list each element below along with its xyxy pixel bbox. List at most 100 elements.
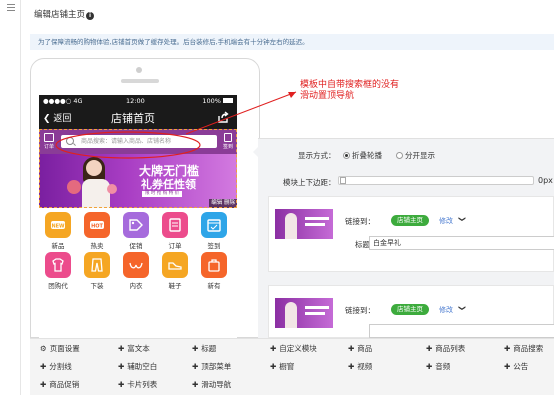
- order-shortcut[interactable]: 订单: [43, 133, 55, 150]
- margin-slider-handle[interactable]: [340, 177, 346, 184]
- add-component-button[interactable]: ✚ 自定义模块: [270, 343, 317, 354]
- link-target-tag: 店铺主页: [391, 215, 429, 226]
- shortcut-label: 团购代: [48, 282, 68, 290]
- new-icon: NEW: [45, 212, 71, 238]
- title-input[interactable]: 白金早礼: [369, 236, 554, 250]
- banner-model-image: [77, 154, 115, 208]
- add-component-button[interactable]: ✚ 橱窗: [270, 361, 294, 372]
- share-icon[interactable]: [217, 111, 229, 123]
- add-component-button[interactable]: ✚ 商品搜索: [504, 343, 543, 354]
- order-shortcut-label: 订单: [43, 144, 54, 150]
- shortcut-bra[interactable]: 内衣: [120, 252, 152, 292]
- status-time: 12:00: [126, 97, 145, 105]
- shortcut-pants[interactable]: 下装: [81, 252, 113, 292]
- radio-split-display[interactable]: 分开显示: [396, 150, 435, 161]
- plus-icon: ✚: [118, 344, 125, 353]
- component-label: 橱窗: [279, 362, 295, 371]
- add-component-button[interactable]: ✚ 商品列表: [426, 343, 465, 354]
- battery-indicator: 100%: [202, 95, 233, 107]
- back-label: 返回: [53, 114, 72, 124]
- plus-icon: ✚: [270, 362, 277, 371]
- shortcut-tag[interactable]: 促销: [120, 212, 152, 252]
- link-to-label: 链接到：: [345, 217, 375, 226]
- shortcut-shoe[interactable]: 鞋子: [159, 252, 191, 292]
- add-component-button[interactable]: ✚ 商品促销: [40, 379, 79, 390]
- margin-slider[interactable]: [338, 176, 534, 185]
- cache-notice: 为了保障流畅的购物体验,店铺首页做了缓存处理。后台装修后,手机端会有十分钟左右的…: [30, 34, 554, 50]
- add-component-button[interactable]: ✚ 音频: [426, 361, 450, 372]
- component-label: 页面设置: [49, 344, 80, 353]
- shortcut-new[interactable]: NEW 新品: [42, 212, 74, 252]
- radio-fold-carousel[interactable]: 折叠轮播: [343, 150, 382, 161]
- shortcut-shirt[interactable]: 团购代: [42, 252, 74, 292]
- banner-item-card: 链接到： 店铺主页 修改 ❯: [268, 285, 554, 338]
- component-label: 商品列表: [435, 344, 466, 353]
- plus-icon: ✚: [40, 380, 47, 389]
- shortcut-label: 促销: [129, 242, 143, 250]
- banner-thumbnail[interactable]: [275, 298, 333, 328]
- plus-icon: ✚: [426, 362, 433, 371]
- banner-module[interactable]: 大牌无门槛 礼券任性领 限 时 抢 购 特 价 编辑 删除: [39, 154, 237, 208]
- checkin-shortcut-icon: [224, 133, 232, 142]
- edit-link-button[interactable]: 修改: [439, 216, 453, 226]
- plus-icon: ✚: [348, 344, 355, 353]
- hot-icon: HOT: [84, 212, 110, 238]
- add-component-button[interactable]: ✚ 标题: [192, 343, 216, 354]
- add-component-button[interactable]: ✚ 顶部菜单: [192, 361, 231, 372]
- add-component-button[interactable]: ✚ 卡片列表: [118, 379, 157, 390]
- shortcut-calendar[interactable]: 签到: [198, 212, 230, 252]
- gear-icon: ⚙: [40, 344, 47, 353]
- checkin-shortcut[interactable]: 签到: [221, 133, 235, 150]
- chevron-down-icon[interactable]: ❯: [458, 305, 466, 311]
- add-component-button[interactable]: ✚ 公告: [504, 361, 528, 372]
- back-button[interactable]: ❮ 返回: [43, 111, 71, 124]
- search-placeholder: 商品搜索：请输入商品、店铺名称: [81, 138, 172, 145]
- display-mode-label: 显示方式：: [298, 151, 336, 160]
- battery-text: 100%: [202, 97, 221, 105]
- annotation-line1: 模板中自带搜索框的没有: [300, 80, 400, 90]
- component-label: 商品: [357, 344, 373, 353]
- component-label: 商品促销: [49, 380, 80, 389]
- plus-icon: ✚: [192, 380, 199, 389]
- plus-icon: ✚: [270, 344, 277, 353]
- title-input[interactable]: [369, 324, 554, 338]
- search-module[interactable]: 订单 商品搜索：请输入商品、店铺名称 签到: [39, 129, 237, 154]
- order-icon: [162, 212, 188, 238]
- status-bar: ●●●●○ 4G 12:00 100%: [39, 95, 237, 107]
- svg-text:HOT: HOT: [91, 224, 103, 230]
- shortcut-label: 下装: [90, 282, 104, 290]
- search-input[interactable]: 商品搜索：请输入商品、店铺名称: [61, 135, 217, 148]
- add-component-button[interactable]: ✚ 富文本: [118, 343, 150, 354]
- hamburger-menu-icon[interactable]: [7, 4, 15, 11]
- add-component-button[interactable]: ✚ 辅助空白: [118, 361, 157, 372]
- phone-nav-bar: ❮ 返回 店铺首页: [39, 107, 237, 129]
- plus-icon: ✚: [348, 362, 355, 371]
- component-label: 滑动导航: [201, 380, 232, 389]
- component-label: 标题: [201, 344, 217, 353]
- edit-link-button[interactable]: 修改: [439, 305, 453, 315]
- banner-edit-delete-tools[interactable]: 编辑 删除: [209, 199, 237, 208]
- shortcut-hot[interactable]: HOT 热卖: [81, 212, 113, 252]
- plus-icon: ✚: [40, 362, 47, 371]
- chevron-down-icon[interactable]: ❯: [458, 216, 466, 222]
- banner-item-card: 链接到： 店铺主页 修改 ❯ 标题： 白金早礼: [268, 196, 554, 272]
- add-component-button[interactable]: ✚ 分割线: [40, 361, 72, 372]
- add-component-button[interactable]: ✚ 滑动导航: [192, 379, 231, 390]
- component-label: 顶部菜单: [201, 362, 232, 371]
- search-icon: [66, 137, 74, 145]
- plus-icon: ✚: [192, 362, 199, 371]
- add-component-button[interactable]: ✚ 视频: [348, 361, 372, 372]
- plus-icon: ✚: [118, 380, 125, 389]
- component-label: 商品搜索: [513, 344, 544, 353]
- battery-icon: [223, 98, 233, 103]
- info-icon[interactable]: i: [86, 12, 95, 20]
- shortcut-order[interactable]: 订单: [159, 212, 191, 252]
- add-component-button[interactable]: ⚙ 页面设置: [40, 343, 80, 354]
- add-component-button[interactable]: ✚ 商品: [348, 343, 372, 354]
- pants-icon: [84, 252, 110, 278]
- shortcut-bag[interactable]: 新有: [198, 252, 230, 292]
- calendar-icon: [201, 212, 227, 238]
- banner-thumbnail[interactable]: [275, 209, 333, 239]
- radio-checked-icon: [343, 152, 350, 159]
- icon-grid: NEW 新品 HOT 热卖 促销 订单 签到团购代 下装 内衣 鞋子 新有: [39, 208, 237, 345]
